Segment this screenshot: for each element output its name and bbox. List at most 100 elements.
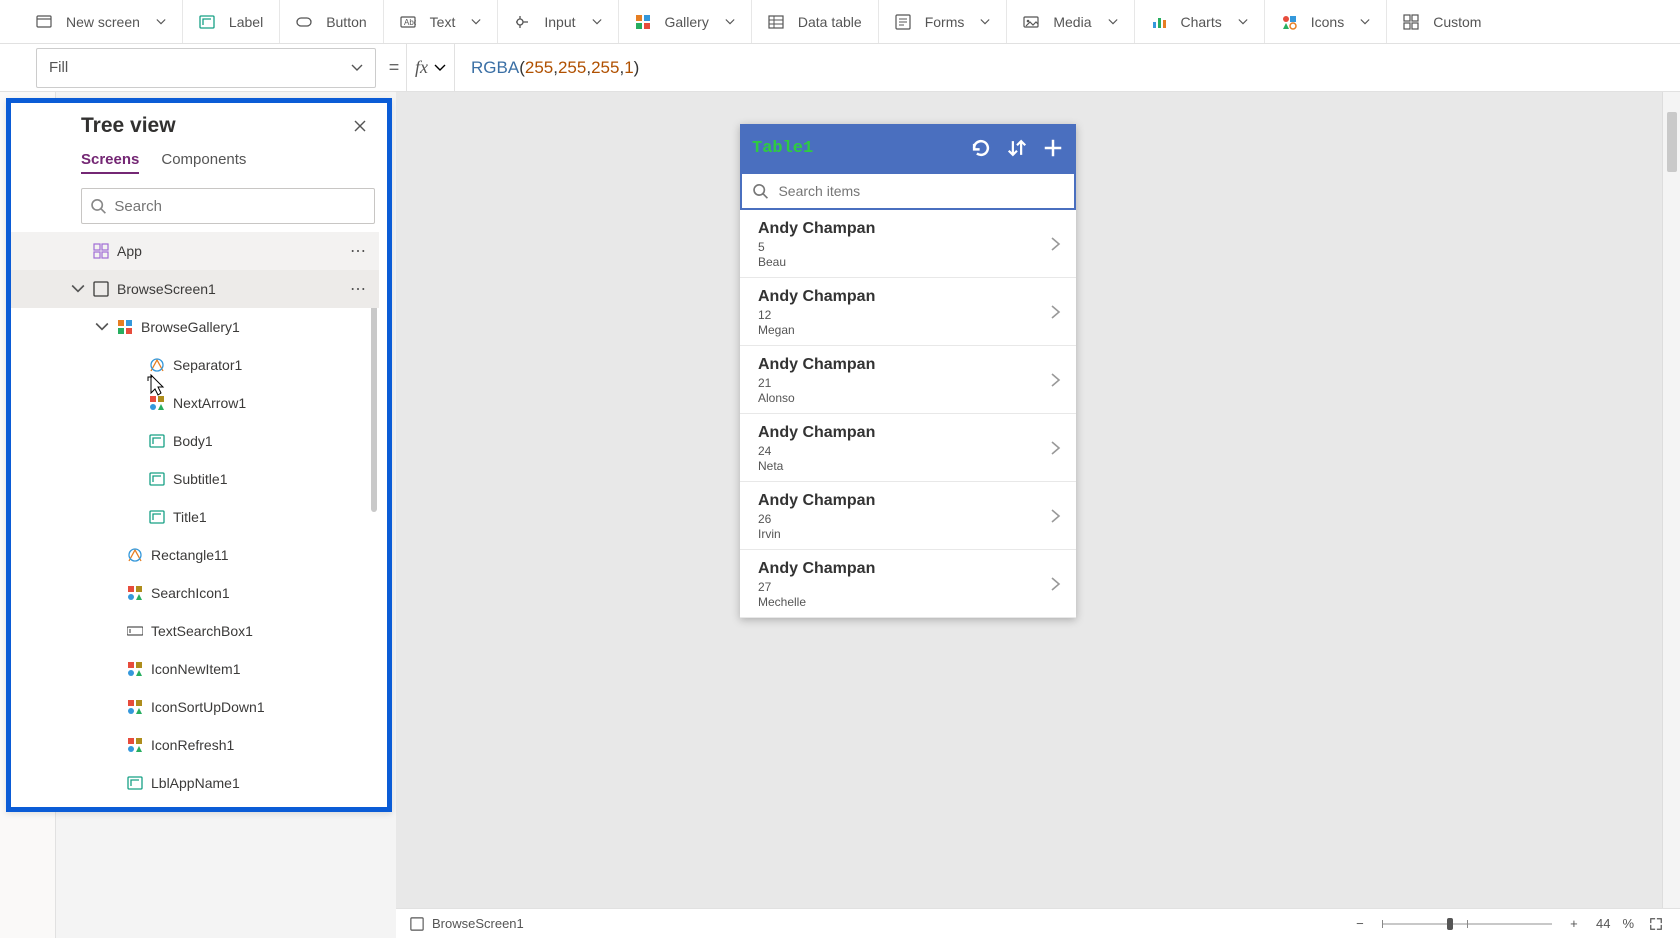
ribbon-text-ctrl[interactable]: Text [384, 0, 499, 43]
iconctl-icon [127, 661, 143, 677]
list-item[interactable]: Andy Champan27Mechelle [740, 550, 1076, 618]
insert-ribbon: New screen Label Button Text Input Galle… [0, 0, 1680, 44]
item-title: Andy Champan [758, 560, 1062, 578]
zoom-slider[interactable] [1382, 923, 1552, 925]
chevron-down-icon [471, 17, 481, 27]
gallery-icon [117, 319, 133, 335]
ribbon-label-ctrl[interactable]: Label [183, 0, 280, 43]
ribbon-label: Input [544, 14, 575, 30]
chevron-right-icon[interactable] [1050, 441, 1064, 455]
chevron-down-icon [351, 62, 363, 74]
tree-item-label: LblAppName1 [151, 775, 371, 791]
tree-item-label: BrowseGallery1 [141, 319, 371, 335]
list-item[interactable]: Andy Champan24Neta [740, 414, 1076, 482]
list-item[interactable]: Andy Champan5Beau [740, 210, 1076, 278]
tree-search[interactable] [81, 188, 375, 224]
tree-item-browsescreen1[interactable]: BrowseScreen1⋯ [11, 270, 379, 308]
screen-icon [93, 281, 109, 297]
tab-screens[interactable]: Screens [81, 151, 139, 174]
formula-bar[interactable]: RGBA(255, 255, 255, 1) [455, 44, 1680, 91]
ribbon-label: Forms [925, 14, 965, 30]
list-item[interactable]: Andy Champan26Irvin [740, 482, 1076, 550]
search-box[interactable] [740, 172, 1076, 210]
tree-item-app[interactable]: App⋯ [11, 232, 379, 270]
iconctl-icon [127, 737, 143, 753]
tree-item-title1[interactable]: Title1 [11, 498, 379, 536]
app-title: Table1 [752, 139, 956, 158]
gallery-icon [635, 14, 651, 30]
tab-components[interactable]: Components [161, 151, 246, 174]
tree-item-separator1[interactable]: Separator1 [11, 346, 379, 384]
ribbon-datatable-ctrl[interactable]: Data table [752, 0, 879, 43]
tree-item-label: IconNewItem1 [151, 661, 371, 677]
tree-item-browsegallery1[interactable]: BrowseGallery1 [11, 308, 379, 346]
tree-item-label: App [117, 243, 345, 259]
chevron-right-icon[interactable] [1050, 237, 1064, 251]
chevron-down-icon[interactable] [71, 282, 85, 296]
tree-item-rectangle11[interactable]: Rectangle11 [11, 536, 379, 574]
ribbon-input-ctrl[interactable]: Input [498, 0, 618, 43]
refresh-icon[interactable] [970, 137, 992, 159]
chevron-down-icon [156, 17, 166, 27]
fit-to-screen-button[interactable] [1646, 914, 1666, 934]
item-number: 26 [758, 512, 1062, 526]
search-input[interactable] [778, 183, 1064, 199]
ribbon-gallery-ctrl[interactable]: Gallery [619, 0, 752, 43]
zoom-value: 44 [1596, 916, 1610, 931]
text-icon [400, 14, 416, 30]
chevron-down-icon[interactable] [95, 320, 109, 334]
ribbon-charts-ctrl[interactable]: Charts [1135, 0, 1265, 43]
item-subtitle: Irvin [758, 527, 1062, 541]
tree-item-iconnewitem1[interactable]: IconNewItem1 [11, 650, 379, 688]
tree-item-label: TextSearchBox1 [151, 623, 371, 639]
custom-icon [1403, 14, 1419, 30]
tree-item-iconrefresh1[interactable]: IconRefresh1 [11, 726, 379, 764]
ribbon-label: Media [1053, 14, 1091, 30]
tree-item-nextarrow1[interactable]: NextArrow1 [11, 384, 379, 422]
ribbon-custom-ctrl[interactable]: Custom [1387, 0, 1497, 43]
more-button[interactable]: ⋯ [345, 241, 371, 261]
fx-button[interactable]: fx [406, 44, 455, 91]
list-item[interactable]: Andy Champan21Alonso [740, 346, 1076, 414]
list-item[interactable]: Andy Champan12Megan [740, 278, 1076, 346]
ribbon-forms-ctrl[interactable]: Forms [879, 0, 1008, 43]
status-screen-name: BrowseScreen1 [432, 916, 524, 931]
tree-item-lblappname1[interactable]: LblAppName1 [11, 764, 379, 802]
canvas-area[interactable]: Table1 Andy Champan5BeauAndy Champan12Me… [396, 92, 1680, 908]
tree-item-iconsortupdown1[interactable]: IconSortUpDown1 [11, 688, 379, 726]
icons-icon [1281, 14, 1297, 30]
item-number: 5 [758, 240, 1062, 254]
shape-icon [127, 547, 143, 563]
new-screen-icon [36, 14, 52, 30]
chevron-right-icon[interactable] [1050, 373, 1064, 387]
property-selector[interactable]: Fill [36, 48, 376, 88]
tree-item-textsearchbox1[interactable]: TextSearchBox1 [11, 612, 379, 650]
zoom-out-button[interactable]: − [1350, 914, 1370, 934]
chevron-right-icon[interactable] [1050, 577, 1064, 591]
sort-icon[interactable] [1006, 137, 1028, 159]
ribbon-label: Label [229, 14, 263, 30]
labelctl-icon [149, 471, 165, 487]
tree-item-body1[interactable]: Body1 [11, 422, 379, 460]
fx-icon: fx [415, 57, 428, 78]
tree-item-searchicon1[interactable]: SearchIcon1 [11, 574, 379, 612]
tree-item-subtitle1[interactable]: Subtitle1 [11, 460, 379, 498]
more-button[interactable]: ⋯ [345, 279, 371, 299]
chevron-right-icon[interactable] [1050, 509, 1064, 523]
ribbon-new-screen[interactable]: New screen [8, 0, 183, 43]
tree-view-close[interactable] [347, 113, 373, 139]
zoom-in-button[interactable]: + [1564, 914, 1584, 934]
canvas-scrollbar-v[interactable] [1662, 92, 1680, 908]
ribbon-media-ctrl[interactable]: Media [1007, 0, 1134, 43]
chevron-right-icon[interactable] [1050, 305, 1064, 319]
item-subtitle: Neta [758, 459, 1062, 473]
plus-icon[interactable] [1042, 137, 1064, 159]
ribbon-icons-ctrl[interactable]: Icons [1265, 0, 1387, 43]
labelctl-icon [127, 775, 143, 791]
tree-search-input[interactable] [114, 198, 366, 215]
chevron-down-icon [1360, 17, 1370, 27]
label-icon [199, 14, 215, 30]
ribbon-button-ctrl[interactable]: Button [279, 0, 383, 43]
labelctl-icon [149, 433, 165, 449]
phone-preview[interactable]: Table1 Andy Champan5BeauAndy Champan12Me… [740, 124, 1076, 618]
